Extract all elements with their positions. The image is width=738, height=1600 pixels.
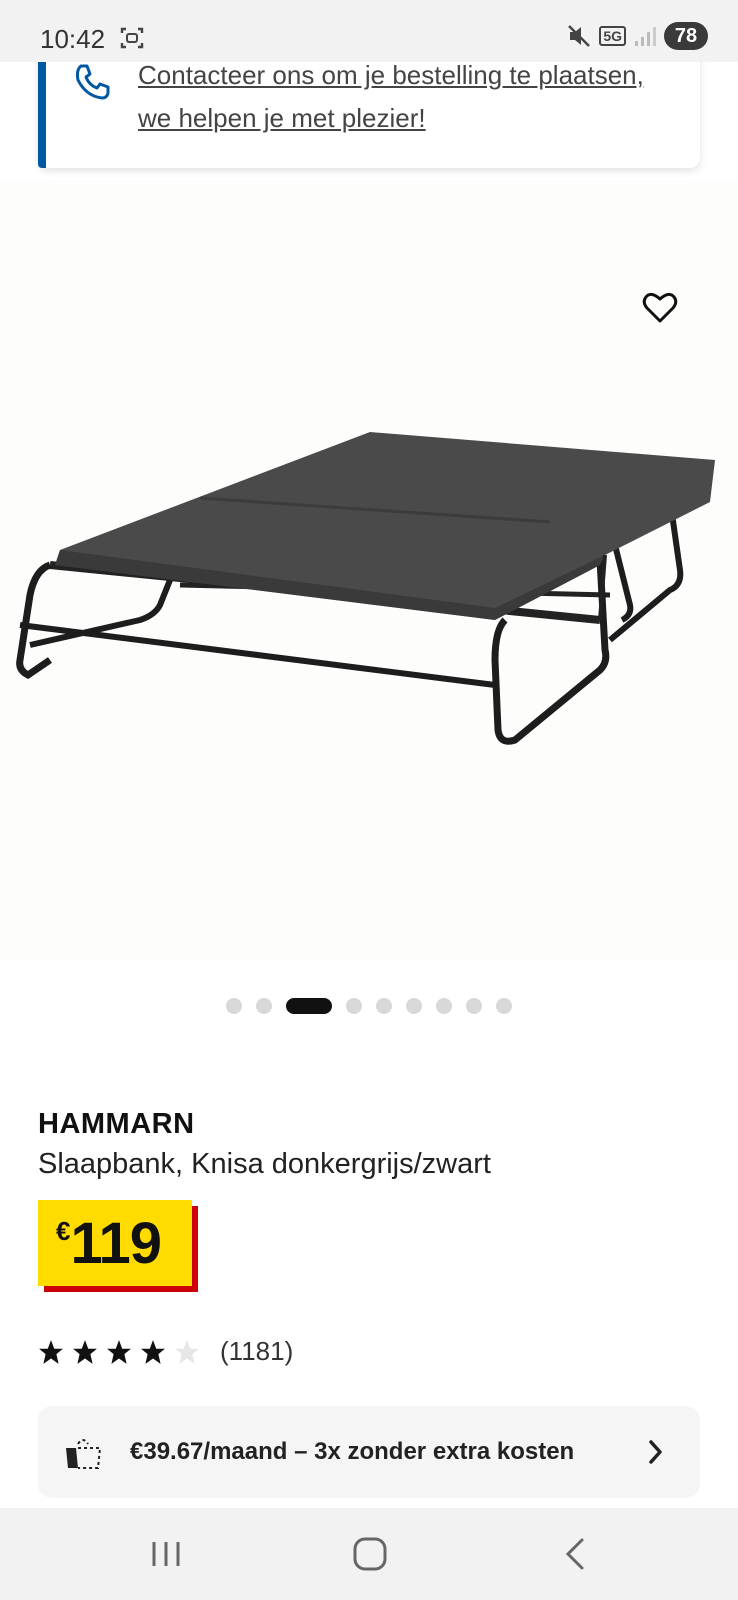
carousel-dot[interactable] [496, 998, 512, 1014]
price-tag-body: € 119 [38, 1200, 192, 1286]
product-description: Slaapbank, Knisa donkergrijs/zwart [38, 1148, 491, 1180]
phone-icon [75, 64, 110, 100]
star-filled-icon [107, 1339, 131, 1364]
screen-capture-icon [120, 27, 144, 49]
carousel-dot[interactable] [376, 998, 392, 1014]
price-currency: € [56, 1216, 71, 1246]
carousel-dot-active[interactable] [286, 998, 332, 1014]
rating[interactable]: (1181) [38, 1336, 293, 1367]
home-icon[interactable] [350, 1536, 390, 1572]
star-filled-icon [141, 1339, 165, 1364]
status-bar: 10:42 5G 78 [0, 0, 738, 62]
carousel-dots[interactable] [0, 998, 738, 1014]
recent-apps-icon[interactable] [146, 1536, 186, 1572]
carousel-dot[interactable] [466, 998, 482, 1014]
network-label: 5G [599, 26, 626, 46]
star-filled-icon [39, 1339, 63, 1364]
installment-banner[interactable]: €39.67/maand – 3x zonder extra kosten [38, 1406, 700, 1498]
price-tag: € 119 [38, 1200, 198, 1292]
star-empty-icon [175, 1339, 199, 1364]
product-name: HAMMARN [38, 1108, 195, 1140]
system-nav-bar [0, 1508, 738, 1600]
carousel-dot[interactable] [256, 998, 272, 1014]
mute-vibrate-icon [568, 25, 591, 47]
carousel-dot[interactable] [406, 998, 422, 1014]
carousel-dot[interactable] [346, 998, 362, 1014]
chevron-right-icon [649, 1440, 662, 1464]
contact-link[interactable]: Contacteer ons om je bestelling te plaat… [138, 54, 678, 140]
rating-count[interactable]: (1181) [220, 1336, 293, 1367]
status-indicators: 5G 78 [567, 22, 708, 50]
star-filled-icon [73, 1339, 97, 1364]
status-time: 10:42 [40, 24, 106, 54]
price-value: 119 [70, 1211, 162, 1276]
battery-level: 78 [664, 22, 708, 50]
carousel-dot[interactable] [436, 998, 452, 1014]
product-image [16, 432, 715, 745]
back-icon[interactable] [558, 1536, 598, 1572]
installment-text: €39.67/maand – 3x zonder extra kosten [130, 1438, 575, 1465]
carousel-dot[interactable] [226, 998, 242, 1014]
heart-icon[interactable] [642, 290, 678, 324]
signal-icon [635, 27, 656, 46]
installment-icon [66, 1439, 102, 1469]
